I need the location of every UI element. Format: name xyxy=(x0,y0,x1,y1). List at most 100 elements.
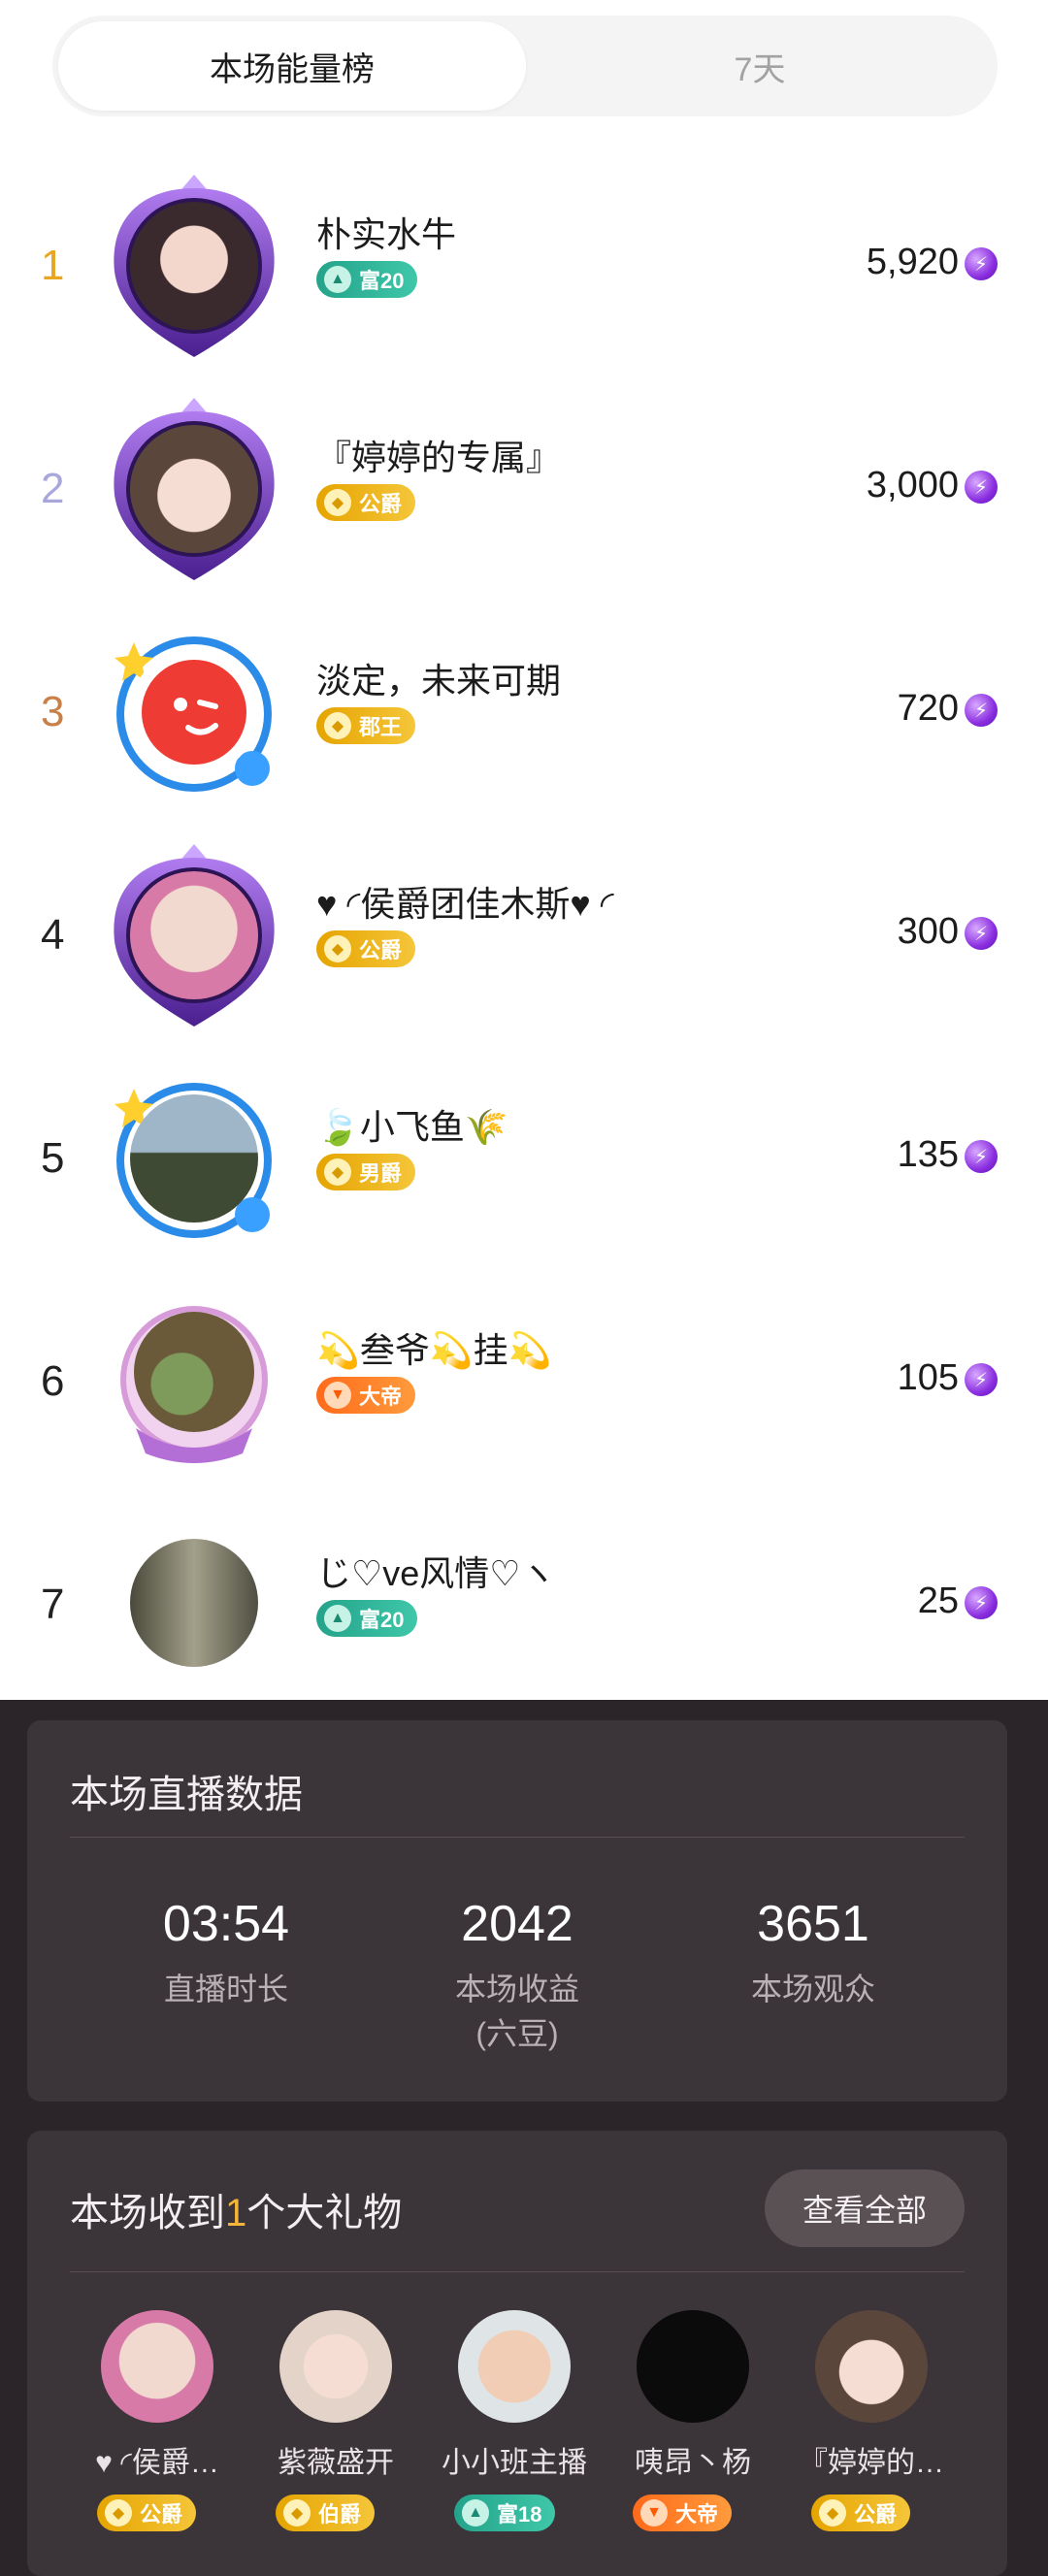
username: 🍃小飞鱼🌾 xyxy=(316,1107,508,1147)
avatar[interactable] xyxy=(97,1283,291,1477)
emperor-icon: ▼ xyxy=(640,2499,668,2527)
big-gifts-card: 本场收到1个大礼物 查看全部 ♥ ◜侯爵… ◆ 公爵 紫薇盛开 ◆ 伯爵 小小班主播… xyxy=(27,2131,1007,2576)
username: 朴实水牛 xyxy=(316,214,457,254)
user-photo xyxy=(130,871,258,999)
user-photo xyxy=(130,648,258,776)
energy-score: 3,000 xyxy=(866,465,959,505)
ranking-row[interactable]: 5 🍃小飞鱼🌾 ◆ 男爵 135 ⚡ xyxy=(0,1045,1048,1268)
badge-label: 郡王 xyxy=(359,715,403,739)
noble-badge: ◆ 公爵 xyxy=(316,930,416,967)
live-stats-title: 本场直播数据 xyxy=(70,1774,303,1816)
ranking-row[interactable]: 1 朴实水牛 ▲ 富20 5,920 ⚡ xyxy=(0,152,1048,375)
rank-number: 3 xyxy=(41,688,65,735)
gift-sender-name: 『婷婷的… xyxy=(799,2447,944,2479)
energy-score: 105 xyxy=(897,1357,959,1398)
level-icon: ▲ xyxy=(324,266,351,293)
noble-badge: ▼ 大帝 xyxy=(316,1377,416,1414)
energy-gem-icon: ⚡ xyxy=(965,471,998,504)
badge-label: 大帝 xyxy=(359,1385,403,1409)
badge-label: 富18 xyxy=(497,2502,542,2527)
noble-icon: ◆ xyxy=(324,1158,351,1186)
energy-score: 135 xyxy=(897,1134,959,1175)
username: 淡定，未来可期 xyxy=(316,661,562,701)
noble-badge: ◆ 公爵 xyxy=(811,2494,911,2531)
avatar xyxy=(815,2310,928,2423)
stat-value: 2042 xyxy=(461,1896,573,1952)
noble-badge: ◆ 公爵 xyxy=(97,2494,197,2531)
gift-count: 1 xyxy=(225,2192,247,2234)
energy-score: 5,920 xyxy=(866,242,959,282)
rank-number: 4 xyxy=(41,911,65,959)
avatar xyxy=(458,2310,571,2423)
level-badge: ▲ 富20 xyxy=(316,261,418,298)
user-photo xyxy=(130,1094,258,1223)
level-badge: ▲ 富20 xyxy=(316,1600,418,1637)
noble-badge: ◆ 郡王 xyxy=(316,707,416,744)
tab-current-session[interactable]: 本场能量榜 xyxy=(58,21,526,111)
stat-viewers: 3651 本场观众 xyxy=(668,1895,959,2011)
noble-badge: ◆ 男爵 xyxy=(316,1154,416,1190)
ranking-row[interactable]: 3 淡定，未来可期 ◆ 郡王 720 ⚡ xyxy=(0,599,1048,822)
gift-sender-name: 小小班主播 xyxy=(442,2447,587,2479)
avatar[interactable] xyxy=(97,1506,291,1700)
badge-label: 公爵 xyxy=(140,2502,183,2527)
stat-earnings: 2042 本场收益 (六豆) xyxy=(372,1895,663,2056)
level-icon: ▲ xyxy=(324,1605,351,1632)
level-icon: ▲ xyxy=(462,2499,489,2527)
ranking-row[interactable]: 4 ♥ ◜侯爵团佳木斯♥ ◜ ◆ 公爵 300 ⚡ xyxy=(0,822,1048,1045)
avatar[interactable] xyxy=(97,836,291,1030)
noble-badge: ◆ 公爵 xyxy=(316,484,416,521)
noble-icon: ◆ xyxy=(283,2499,311,2527)
energy-score: 720 xyxy=(897,688,959,729)
energy-gem-icon: ⚡ xyxy=(965,1363,998,1396)
user-photo xyxy=(134,1312,254,1432)
avatar[interactable] xyxy=(97,167,291,361)
title-suffix: 个大礼物 xyxy=(246,2192,403,2234)
avatar[interactable] xyxy=(97,613,291,807)
red-wink-logo-icon xyxy=(142,660,246,765)
divider xyxy=(70,2271,965,2272)
avatar xyxy=(101,2310,213,2423)
avatar[interactable] xyxy=(97,390,291,584)
noble-badge: ◆ 伯爵 xyxy=(276,2494,376,2531)
rank-number: 5 xyxy=(41,1134,65,1182)
badge-label: 富20 xyxy=(359,269,405,293)
stat-label: 本场观众 xyxy=(750,1972,875,2006)
avatar[interactable] xyxy=(97,1060,291,1254)
noble-icon: ◆ xyxy=(324,489,351,516)
emperor-icon: ▼ xyxy=(324,1382,351,1409)
badge-label: 男爵 xyxy=(359,1161,403,1186)
energy-score: 300 xyxy=(897,911,959,952)
ranking-row[interactable]: 2 『婷婷的专属』 ◆ 公爵 3,000 ⚡ xyxy=(0,375,1048,599)
username: じ♡ve风情♡ヽ xyxy=(316,1553,556,1593)
badge-label: 公爵 xyxy=(359,492,403,516)
view-all-button[interactable]: 查看全部 xyxy=(765,2169,965,2247)
ranking-row[interactable]: 7 じ♡ve风情♡ヽ ▲ 富20 25 ⚡ xyxy=(0,1491,1048,1714)
stat-duration: 03:54 直播时长 xyxy=(81,1895,372,2011)
username: 『婷婷的专属』 xyxy=(316,438,562,477)
user-photo xyxy=(130,202,258,330)
rank-number: 1 xyxy=(41,242,65,289)
ranking-tab-bar: 本场能量榜 7天 xyxy=(52,16,998,116)
title-prefix: 本场收到 xyxy=(70,2192,225,2234)
rank-number: 6 xyxy=(41,1357,65,1405)
energy-gem-icon: ⚡ xyxy=(965,917,998,950)
stat-label: 直播时长 xyxy=(163,1972,288,2006)
live-stats-card: 本场直播数据 03:54 直播时长 2042 本场收益 (六豆) 3651 本场观… xyxy=(27,1720,1007,2102)
stat-unit: (六豆) xyxy=(475,2016,559,2051)
noble-icon: ◆ xyxy=(819,2499,846,2527)
rank-number: 7 xyxy=(41,1581,65,1628)
stat-label: 本场收益 (六豆) xyxy=(372,1967,663,2056)
badge-label: 伯爵 xyxy=(318,2502,362,2527)
badge-label: 公爵 xyxy=(359,938,403,962)
badge-label: 大帝 xyxy=(675,2502,719,2527)
ranking-row[interactable]: 6 💫叁爷💫挂💫 ▼ 大帝 105 ⚡ xyxy=(0,1268,1048,1491)
energy-score: 25 xyxy=(917,1581,959,1621)
noble-badge: ▼ 大帝 xyxy=(633,2494,733,2531)
energy-gem-icon: ⚡ xyxy=(965,1586,998,1619)
noble-icon: ◆ xyxy=(324,935,351,962)
username: ♥ ◜侯爵团佳木斯♥ ◜ xyxy=(316,884,614,924)
gift-sender-name: 紫薇盛开 xyxy=(278,2447,394,2479)
divider xyxy=(70,1837,965,1838)
tab-7-days[interactable]: 7天 xyxy=(526,21,994,111)
